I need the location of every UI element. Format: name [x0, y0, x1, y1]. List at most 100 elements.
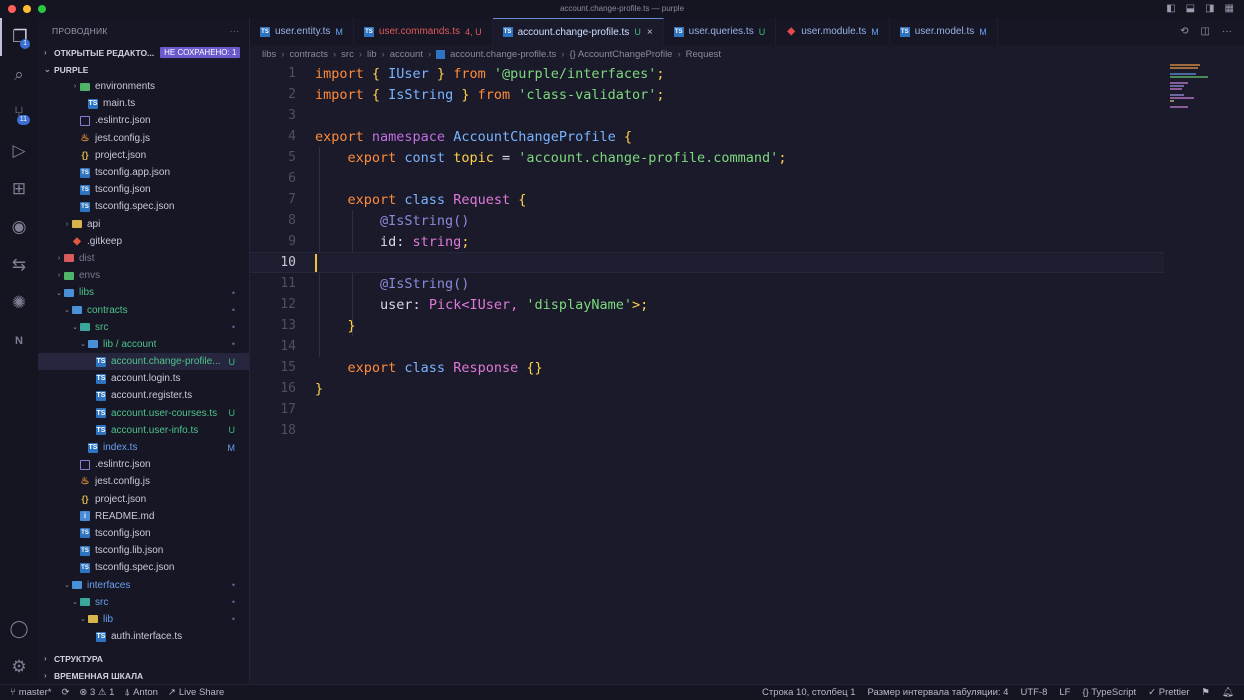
project-root[interactable]: ⌄ PURPLE — [38, 61, 249, 78]
code-line[interactable]: 2 import { IsString } from 'class-validat… — [250, 84, 1244, 105]
tree-item[interactable]: TS main.ts — [38, 95, 249, 112]
code-line[interactable]: 13 } — [250, 315, 1244, 336]
extensions-icon[interactable]: ⊞ — [0, 170, 38, 208]
editor-tab[interactable]: TS user.queries.ts U — [664, 18, 777, 45]
outline-section[interactable]: › СТРУКТУРА — [38, 650, 250, 667]
split-editor-icon[interactable]: ◫ — [1201, 26, 1210, 37]
tree-item[interactable]: ⌄ lib • — [38, 611, 249, 628]
tree-item[interactable]: .eslintrc.json — [38, 456, 249, 473]
tree-item[interactable]: ♨ jest.config.js — [38, 130, 249, 147]
indentation-setting[interactable]: Размер интервала табуляции: 4 — [868, 687, 1009, 698]
breadcrumb-item[interactable]: {} AccountChangeProfile — [569, 49, 672, 60]
tree-item[interactable]: › dist — [38, 250, 249, 267]
code-line[interactable]: 14 — [250, 336, 1244, 357]
tree-item[interactable]: TS tsconfig.lib.json — [38, 542, 249, 559]
nx-console-icon[interactable]: N — [0, 322, 38, 360]
docker-icon[interactable]: ✺ — [0, 284, 38, 322]
notifications-icon[interactable]: 🔔︎ — [1222, 687, 1234, 698]
prettier-status[interactable]: ✓ Prettier — [1148, 687, 1189, 698]
tree-item[interactable]: ⌄ interfaces • — [38, 576, 249, 593]
code-line[interactable]: 7 export class Request { — [250, 189, 1244, 210]
tree-item[interactable]: ♨ jest.config.js — [38, 473, 249, 490]
code-line[interactable]: 15 export class Response {} — [250, 357, 1244, 378]
search-icon[interactable]: ⌕ — [0, 56, 38, 94]
tree-item[interactable]: TS tsconfig.spec.json — [38, 198, 249, 215]
editor-tab[interactable]: ◆ user.module.ts M — [776, 18, 890, 45]
accounts-icon[interactable]: ◯ — [0, 610, 38, 648]
breadcrumb-item[interactable]: account — [390, 49, 423, 60]
editor-tab[interactable]: TS user.commands.ts 4, U — [354, 18, 493, 45]
branch-indicator[interactable]: ⑂ master* — [10, 687, 51, 698]
editor-tab[interactable]: TS account.change-profile.ts U × — [492, 18, 664, 45]
code-line[interactable]: 4 export namespace AccountChangeProfile { — [250, 126, 1244, 147]
tree-item[interactable]: TS tsconfig.spec.json — [38, 559, 249, 576]
breadcrumb-item[interactable]: src — [341, 49, 354, 60]
code-line[interactable]: 1 import { IUser } from '@purple/interfac… — [250, 63, 1244, 84]
tree-item[interactable]: ⌄ src • — [38, 594, 249, 611]
breadcrumb-item[interactable]: contracts — [289, 49, 328, 60]
code-line[interactable]: 11 @IsString() — [250, 273, 1244, 294]
settings-gear-icon[interactable]: ⚙ — [0, 648, 38, 686]
editor-tab[interactable]: TS user.entity.ts M — [250, 18, 354, 45]
tree-item[interactable]: {} project.json — [38, 491, 249, 508]
toggle-secondary-sidebar-icon[interactable]: ◨ — [1205, 3, 1214, 14]
cursor-position[interactable]: Строка 10, столбец 1 — [762, 687, 856, 698]
github-icon[interactable]: ◉ — [0, 208, 38, 246]
tree-item[interactable]: ⌄ libs • — [38, 284, 249, 301]
tree-item[interactable]: TS tsconfig.json — [38, 181, 249, 198]
tree-item[interactable]: TS index.ts M — [38, 439, 249, 456]
toggle-sidebar-icon[interactable]: ◧ — [1166, 3, 1175, 14]
breadcrumb-item[interactable]: lib — [367, 49, 377, 60]
minimap[interactable] — [1170, 64, 1232, 109]
explorer-icon[interactable]: ❐ 1 — [0, 18, 38, 56]
tree-item[interactable]: TS auth.interface.ts — [38, 628, 249, 645]
tree-item[interactable]: .eslintrc.json — [38, 112, 249, 129]
tree-item[interactable]: TS account.login.ts — [38, 370, 249, 387]
code-line[interactable]: 17 — [250, 399, 1244, 420]
encoding-setting[interactable]: UTF-8 — [1020, 687, 1047, 698]
sync-button[interactable]: ⟳ — [61, 687, 69, 698]
source-control-icon[interactable]: ⑂ 11 — [0, 94, 38, 132]
tree-item[interactable]: ◆ .gitkeep — [38, 233, 249, 250]
tree-item[interactable]: TS account.user-info.ts U — [38, 422, 249, 439]
compare-icon[interactable]: ⟲ — [1180, 26, 1188, 37]
code-line[interactable]: 10 — [250, 252, 1164, 273]
code-line[interactable]: 16} — [250, 378, 1244, 399]
open-editors-section[interactable]: › ОТКРЫТЫЕ РЕДАКТО... НЕ СОХРАНЕНО: 1 — [38, 44, 249, 61]
feedback-icon[interactable]: ⚑ — [1201, 687, 1210, 698]
liveshare-button[interactable]: ↗ Live Share — [168, 687, 224, 698]
tree-item[interactable]: {} project.json — [38, 147, 249, 164]
tree-item[interactable]: TS account.change-profile... U — [38, 353, 249, 371]
tree-item[interactable]: TS account.user-courses.ts U — [38, 405, 249, 422]
more-actions-icon[interactable]: ··· — [1222, 26, 1232, 37]
code-line[interactable]: 8 @IsString() — [250, 210, 1244, 231]
remote-explorer-icon[interactable]: ⇆ — [0, 246, 38, 284]
eol-setting[interactable]: LF — [1059, 687, 1070, 698]
code-line[interactable]: 18 — [250, 420, 1244, 441]
language-mode[interactable]: {} TypeScript — [1082, 687, 1136, 698]
code-editor[interactable]: 1 import { IUser } from '@purple/interfac… — [250, 62, 1244, 684]
toggle-panel-icon[interactable]: ⬓ — [1186, 3, 1195, 14]
run-debug-icon[interactable]: ▷ — [0, 132, 38, 170]
code-line[interactable]: 12 user: Pick<IUser, 'displayName'>; — [250, 294, 1244, 315]
tree-item[interactable]: TS tsconfig.json — [38, 525, 249, 542]
tree-item[interactable]: i README.md — [38, 508, 249, 525]
user-indicator[interactable]: ⍋ Anton — [124, 687, 158, 698]
timeline-section[interactable]: › ВРЕМЕННАЯ ШКАЛА — [38, 667, 250, 684]
code-line[interactable]: 9 id: string; — [250, 231, 1244, 252]
tree-item[interactable]: › environments — [38, 78, 249, 95]
problems-indicator[interactable]: ⊗ 3 ⚠ 1 — [79, 687, 114, 698]
tree-item[interactable]: › envs — [38, 267, 249, 284]
tree-item[interactable]: › api — [38, 216, 249, 233]
tree-item[interactable]: ⌄ src • — [38, 319, 249, 336]
code-line[interactable]: 3 — [250, 105, 1244, 126]
breadcrumb-item[interactable]: Request — [686, 49, 721, 60]
code-line[interactable]: 5 export const topic = 'account.change-p… — [250, 147, 1244, 168]
tree-item[interactable]: ⌄ contracts • — [38, 301, 249, 318]
breadcrumb-item[interactable]: libs — [262, 49, 276, 60]
breadcrumb-item[interactable]: account.change-profile.ts — [450, 49, 556, 60]
more-actions-icon[interactable]: ··· — [230, 26, 239, 36]
close-tab-icon[interactable]: × — [647, 27, 653, 38]
tree-item[interactable]: TS account.register.ts — [38, 387, 249, 404]
editor-tab[interactable]: TS user.model.ts M — [890, 18, 998, 45]
